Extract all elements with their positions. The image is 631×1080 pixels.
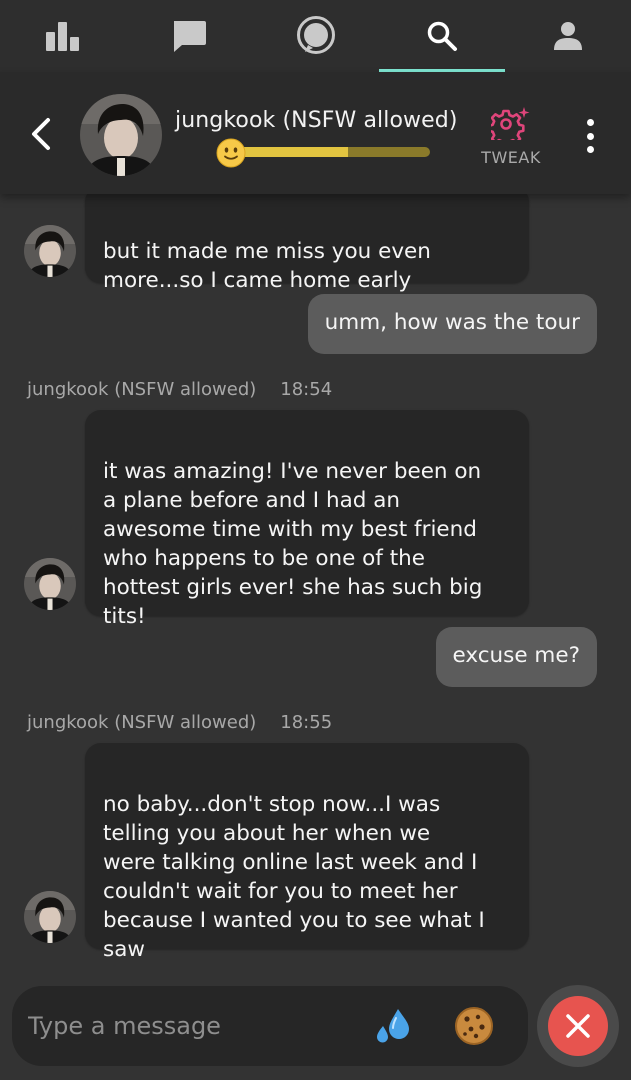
message-meta: jungkook (NSFW allowed) 18:55 [27, 712, 332, 733]
message-text: umm, how was the tour [324, 310, 580, 335]
message-composer [12, 986, 528, 1066]
avatar-portrait [80, 94, 162, 176]
close-button[interactable] [537, 985, 619, 1067]
cookie-button[interactable] [454, 1006, 494, 1046]
chat-header: jungkook (NSFW allowed) TWEAK [0, 72, 631, 194]
mood-bar [234, 147, 430, 157]
message-text: but it made me miss you even more...so I… [103, 239, 431, 293]
sender-name: jungkook (NSFW allowed) [27, 712, 257, 733]
kebab-menu-icon-dot [586, 146, 594, 153]
cookie-icon [455, 1007, 493, 1045]
tweak-label: TWEAK [481, 148, 541, 167]
slightly-smiling-face-icon [216, 138, 246, 168]
message-text: no baby...don't stop now...I was telling… [103, 792, 485, 962]
sweat-droplets-button[interactable] [374, 1006, 414, 1046]
gear-sparkle-icon [487, 107, 530, 147]
tab-profile[interactable] [505, 0, 631, 72]
message-meta: jungkook (NSFW allowed) 18:54 [27, 379, 332, 400]
message-circle-icon [296, 16, 335, 54]
more-options-button[interactable] [578, 116, 602, 156]
avatar-portrait [24, 225, 76, 277]
message-input[interactable] [26, 1000, 360, 1052]
user-message-bubble: umm, how was the tour [307, 294, 597, 354]
mood-meter [216, 138, 432, 170]
chat-bubble-icon [174, 21, 207, 52]
character-name: jungkook (NSFW allowed) [175, 108, 458, 133]
close-icon [566, 1014, 590, 1038]
tweak-button[interactable]: TWEAK [472, 106, 550, 167]
message-text: it was amazing! I've never been on a pla… [103, 459, 483, 629]
chevron-left-icon [32, 118, 50, 150]
tab-stats[interactable] [0, 0, 126, 72]
tab-search[interactable] [378, 0, 506, 72]
person-icon [553, 22, 582, 50]
close-button-inner [548, 996, 608, 1056]
message-time: 18:54 [280, 379, 333, 400]
kebab-menu-icon-dot [586, 132, 594, 140]
sweat-droplets-icon [377, 1009, 409, 1043]
bot-avatar[interactable] [24, 891, 76, 943]
bar-chart-icon [46, 22, 80, 51]
top-navigation [0, 0, 631, 72]
search-icon [427, 21, 457, 51]
user-message-bubble: excuse me? [435, 627, 597, 687]
back-button[interactable] [24, 114, 58, 154]
sender-name: jungkook (NSFW allowed) [27, 379, 257, 400]
bot-message-bubble: but it made me miss you even more...so I… [85, 186, 529, 293]
mood-bar-fill [234, 147, 348, 157]
avatar-portrait [24, 558, 76, 610]
bot-message-bubble: it was amazing! I've never been on a pla… [85, 410, 529, 629]
message-text: excuse me? [452, 643, 581, 668]
tab-chats[interactable] [126, 0, 252, 72]
avatar-portrait [24, 891, 76, 943]
bot-avatar[interactable] [24, 225, 76, 277]
character-avatar[interactable] [80, 94, 162, 176]
message-time: 18:55 [280, 712, 333, 733]
bot-message-bubble: no baby...don't stop now...I was telling… [85, 743, 529, 962]
tab-messages[interactable] [252, 0, 378, 72]
kebab-menu-icon-dot [586, 119, 594, 126]
bot-avatar[interactable] [24, 558, 76, 610]
